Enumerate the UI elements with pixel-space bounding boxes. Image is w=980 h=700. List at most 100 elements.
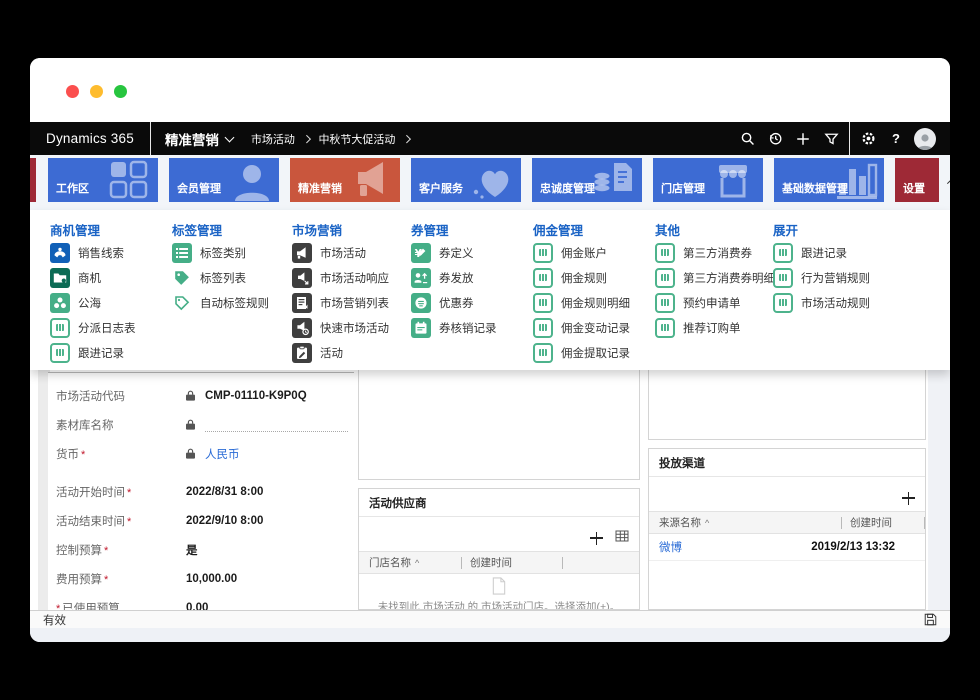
campaign-code-value[interactable]: CMP-01110-K9P0Q: [186, 390, 307, 402]
menu-item-reservation-requests[interactable]: 预约申请单: [655, 293, 775, 313]
avatar[interactable]: [914, 128, 936, 150]
menu-item-opportunity[interactable]: 商机: [50, 268, 136, 288]
menu-item-behavior-marketing-rules[interactable]: 行为营销规则: [773, 268, 870, 288]
settings-icon[interactable]: [854, 122, 882, 155]
menu-column-expand: 展开 跟进记录 行为营销规则 市场活动规则: [773, 220, 870, 313]
field-label: 素材库名称: [56, 417, 186, 433]
coupon-icon: [411, 293, 431, 313]
add-icon[interactable]: [789, 122, 817, 155]
menu-item-campaign-responses[interactable]: 市场活动响应: [292, 268, 389, 288]
recent-icon[interactable]: [761, 122, 789, 155]
suppliers-subgrid: 活动供应商 门店名称^ 创建时间 未找到此 市场活动 的 市场活动门店。选择添加…: [358, 488, 640, 610]
sitemap-mega-menu: 商机管理 销售线索 商机 公海 分派日志表 跟进记录 标签管理 标签类别: [30, 210, 950, 370]
entity-icon: [533, 343, 553, 363]
column-header[interactable]: 门店名称^: [359, 555, 461, 570]
menu-item-tag-list[interactable]: 标签列表: [172, 268, 269, 288]
entity-icon: [50, 343, 70, 363]
tile-base-data[interactable]: 基础数据管理: [774, 158, 884, 202]
tile-loyalty[interactable]: 忠诚度管理: [532, 158, 642, 202]
save-icon[interactable]: [924, 613, 937, 626]
coupon-define-icon: ¥: [411, 243, 431, 263]
chevron-down-icon: [224, 132, 234, 142]
end-date-value[interactable]: 2022/9/10 8:00: [186, 515, 263, 527]
breadcrumb-record[interactable]: 中秋节大促活动: [318, 131, 395, 147]
entity-icon: [533, 243, 553, 263]
menu-item-coupons[interactable]: 优惠券: [411, 293, 497, 313]
currency-link[interactable]: 人民币: [205, 446, 240, 462]
budget-control-value[interactable]: 是: [186, 542, 198, 558]
tile-settings[interactable]: 设置: [895, 158, 939, 202]
menu-item-commission-changes[interactable]: 佣金变动记录: [533, 318, 630, 338]
traffic-light-close[interactable]: [66, 85, 79, 98]
menu-item-tag-category[interactable]: 标签类别: [172, 243, 269, 263]
asset-library-value[interactable]: [186, 418, 354, 432]
app-name: 精准营销: [165, 129, 219, 149]
subgrid-toolbar: [359, 525, 639, 551]
menu-item-pool[interactable]: 公海: [50, 293, 136, 313]
coupon-log-icon: [411, 318, 431, 338]
budget-value[interactable]: 10,000.00: [186, 573, 237, 585]
menu-item-auto-tag-rules[interactable]: 自动标签规则: [172, 293, 269, 313]
menu-item-commission-account[interactable]: 佣金账户: [533, 243, 630, 263]
menu-item-campaign-rules[interactable]: 市场活动规则: [773, 293, 870, 313]
menu-item-followup[interactable]: 跟进记录: [50, 343, 136, 363]
add-record-icon[interactable]: [590, 532, 603, 545]
menu-item-campaigns[interactable]: 市场活动: [292, 243, 389, 263]
menu-item-coupon-definition[interactable]: ¥ 券定义: [411, 243, 497, 263]
tile-partial-left[interactable]: [30, 158, 36, 202]
heart-icon: [465, 159, 519, 201]
menu-item-marketing-lists[interactable]: 市场营销列表: [292, 293, 389, 313]
tiles-scroll-right-icon[interactable]: [947, 177, 950, 184]
table-row[interactable]: 微博 2019/2/13 13:32: [649, 534, 925, 561]
menu-column-title: 其他: [655, 220, 775, 237]
right-gutter: [928, 370, 950, 610]
search-icon[interactable]: [733, 122, 761, 155]
subgrid-title: 活动供应商: [359, 489, 639, 517]
menu-item-commission-withdrawals[interactable]: 佣金提取记录: [533, 343, 630, 363]
filter-icon[interactable]: [817, 122, 845, 155]
tag-icon: [172, 268, 192, 288]
menu-item-activities[interactable]: 活动: [292, 343, 389, 363]
menu-column-marketing: 市场营销 市场活动 市场活动响应 市场营销列表 快速市场活动 活动: [292, 220, 389, 363]
menu-item-coupon-redemption-log[interactable]: 券核销记录: [411, 318, 497, 338]
menu-item-thirdparty-coupon-details[interactable]: 第三方消费券明细: [655, 268, 775, 288]
column-header[interactable]: 来源名称^: [649, 515, 841, 530]
menu-item-quick-campaigns[interactable]: 快速市场活动: [292, 318, 389, 338]
traffic-light-minimize[interactable]: [90, 85, 103, 98]
tile-precision-marketing[interactable]: 精准营销: [290, 158, 400, 202]
field-row: 市场活动代码 CMP-01110-K9P0Q: [48, 381, 354, 410]
breadcrumb-campaigns[interactable]: 市场活动: [251, 131, 295, 147]
menu-item-leads[interactable]: 销售线索: [50, 243, 136, 263]
tile-stores[interactable]: 门店管理: [653, 158, 763, 202]
chevron-right-icon: [303, 135, 311, 143]
window-footer: [30, 628, 950, 642]
menu-item-dispatch-log[interactable]: 分派日志表: [50, 318, 136, 338]
menu-item-followup-records[interactable]: 跟进记录: [773, 243, 870, 263]
menu-item-commission-rule-details[interactable]: 佣金规则明细: [533, 293, 630, 313]
channel-link[interactable]: 微博: [649, 539, 682, 555]
menu-item-commission-rules[interactable]: 佣金规则: [533, 268, 630, 288]
menu-item-coupon-issue[interactable]: 券发放: [411, 268, 497, 288]
add-record-icon[interactable]: [902, 492, 915, 505]
tile-members[interactable]: 会员管理: [169, 158, 279, 202]
tile-workspace[interactable]: 工作区: [48, 158, 158, 202]
column-header[interactable]: 创建时间: [842, 515, 924, 530]
column-header[interactable]: 创建时间: [462, 555, 562, 570]
brand-logo[interactable]: Dynamics 365: [30, 131, 150, 146]
grid-view-icon[interactable]: [615, 529, 629, 547]
start-date-value[interactable]: 2022/8/31 8:00: [186, 486, 263, 498]
tile-customer-service[interactable]: 客户服务: [411, 158, 521, 202]
field-row: 活动结束时间 2022/9/10 8:00: [48, 506, 354, 535]
menu-item-thirdparty-coupons[interactable]: 第三方消费券: [655, 243, 775, 263]
empty-state-text: 未找到此 市场活动 的 市场活动门店。选择添加(+)。: [359, 599, 639, 610]
traffic-light-zoom[interactable]: [114, 85, 127, 98]
field-row: 货币 人民币: [48, 439, 354, 468]
marketing-list-icon: [292, 293, 312, 313]
app-switcher[interactable]: 精准营销: [151, 129, 241, 149]
circles-icon: [50, 293, 70, 313]
summary-field-panel: 市场活动代码 CMP-01110-K9P0Q 素材库名称 货币 人民币 活动开始…: [48, 372, 354, 610]
subgrid-empty-state: 未找到此 市场活动 的 市场活动门店。选择添加(+)。: [359, 574, 639, 610]
help-icon[interactable]: ?: [882, 122, 910, 155]
field-label: 费用预算: [56, 571, 186, 587]
menu-item-recommended-orders[interactable]: 推荐订购单: [655, 318, 775, 338]
